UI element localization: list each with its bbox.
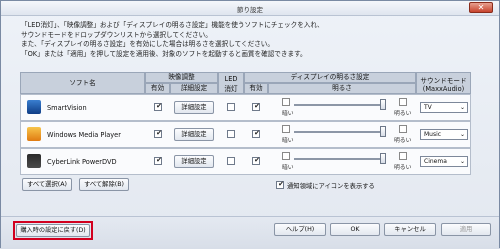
table-row: Windows Media Player ✔ 詳細設定 ✔ 暗い 明るい Mus… <box>20 121 471 148</box>
smartvision-icon <box>27 100 41 114</box>
display-enable-checkbox[interactable]: ✔ <box>252 129 260 138</box>
video-enable-checkbox[interactable]: ✔ <box>154 156 162 165</box>
cancel-button[interactable]: キャンセル <box>384 223 436 236</box>
check-icon: ✔ <box>156 102 162 110</box>
dark-label: 暗い <box>282 138 294 144</box>
led-off-checkbox[interactable] <box>227 103 235 111</box>
cyberlink-powerdvd-icon <box>27 154 41 168</box>
check-icon: ✔ <box>156 156 162 164</box>
windows-media-player-icon <box>27 127 41 141</box>
dark-icon <box>282 152 290 160</box>
app-name: CyberLink PowerDVD <box>47 158 117 166</box>
app-name: SmartVision <box>47 104 87 112</box>
bright-label: 明るい <box>394 111 412 117</box>
bright-label: 明るい <box>394 138 412 144</box>
description-line: また、「ディスプレイの明るさ設定」を有効にした場合は明るさを選択してください。 <box>21 40 274 49</box>
dark-label: 暗い <box>282 111 294 117</box>
led-off-checkbox[interactable] <box>227 157 235 165</box>
close-button[interactable]: ✕ <box>469 2 493 13</box>
detail-settings-button[interactable]: 詳細設定 <box>174 155 214 168</box>
dark-label: 暗い <box>282 165 294 171</box>
tray-icon-checkbox[interactable]: ✔ <box>276 180 284 189</box>
sound-mode-value: Cinema <box>424 158 447 165</box>
bright-icon <box>399 98 407 106</box>
header-sound-mode: サウンドモード (MaxxAudio) <box>416 72 471 94</box>
header-video-enable: 有効 <box>145 83 170 94</box>
sound-mode-value: TV <box>424 104 432 111</box>
check-icon: ✔ <box>278 180 284 188</box>
settings-window: 節り設定 ✕ 「LED消灯」、「映像調整」および「ディスプレイの明るさ設定」機能… <box>0 0 500 249</box>
video-enable-checkbox[interactable]: ✔ <box>154 102 162 111</box>
brightness-slider[interactable] <box>294 131 386 133</box>
deselect-all-button[interactable]: すべて解除(B) <box>79 178 129 191</box>
header-video-detail: 詳細設定 <box>170 83 218 94</box>
ok-button[interactable]: OK <box>330 223 380 236</box>
header-display-enable: 有効 <box>244 83 268 94</box>
highlight-box <box>13 221 93 240</box>
dark-icon <box>282 98 290 106</box>
sound-mode-value: Music <box>424 131 442 138</box>
bright-icon <box>399 152 407 160</box>
check-icon: ✔ <box>156 129 162 137</box>
description-line: 「LED消灯」、「映像調整」および「ディスプレイの明るさ設定」機能を使うソフトに… <box>21 21 324 29</box>
brightness-slider-thumb[interactable] <box>380 153 386 164</box>
title-bar: 節り設定 ✕ <box>1 1 499 16</box>
chevron-down-icon: ⌄ <box>459 131 465 138</box>
select-all-button[interactable]: すべて選択(A) <box>22 178 72 191</box>
header-display-brightness: ディスプレイの明るさ設定 <box>244 72 416 83</box>
table-row: SmartVision ✔ 詳細設定 ✔ 暗い 明るい TV ⌄ <box>20 94 471 121</box>
header-led-line1: LED <box>224 75 238 83</box>
sound-mode-select[interactable]: TV ⌄ <box>420 102 468 113</box>
chevron-down-icon: ⌄ <box>459 158 465 165</box>
header-sound-line1: サウンドモード <box>420 77 467 85</box>
detail-settings-button[interactable]: 詳細設定 <box>174 128 214 141</box>
led-off-checkbox[interactable] <box>227 130 235 138</box>
dark-icon <box>282 125 290 133</box>
brightness-slider[interactable] <box>294 104 386 106</box>
display-enable-checkbox[interactable]: ✔ <box>252 102 260 111</box>
bright-icon <box>399 125 407 133</box>
header-video-adjust: 映像調整 <box>145 72 218 83</box>
sound-mode-select[interactable]: Cinema ⌄ <box>420 156 468 167</box>
header-brightness: 明るさ <box>268 83 416 94</box>
window-title: 節り設定 <box>237 6 263 14</box>
table-row: CyberLink PowerDVD ✔ 詳細設定 ✔ 暗い 明るい Cinem… <box>20 148 471 175</box>
header-led-line2: 消灯 <box>224 85 238 93</box>
header-led: LED 消灯 <box>218 72 244 94</box>
detail-settings-button[interactable]: 詳細設定 <box>174 101 214 114</box>
app-name: Windows Media Player <box>47 131 121 139</box>
apply-button[interactable]: 適用 <box>441 223 491 236</box>
check-icon: ✔ <box>254 102 260 110</box>
header-soft-name: ソフト名 <box>20 72 145 94</box>
check-icon: ✔ <box>254 156 260 164</box>
help-button[interactable]: ヘルプ(H) <box>274 223 326 236</box>
video-enable-checkbox[interactable]: ✔ <box>154 129 162 138</box>
header-sound-line2: (MaxxAudio) <box>422 85 465 93</box>
sound-mode-select[interactable]: Music ⌄ <box>420 129 468 140</box>
brightness-slider-thumb[interactable] <box>380 99 386 110</box>
brightness-slider-thumb[interactable] <box>380 126 386 137</box>
description-line: 「OK」または「適用」を押して設定を適用後、対象のソフトを起動すると画質を確認で… <box>21 49 307 58</box>
bright-label: 明るい <box>394 165 412 171</box>
chevron-down-icon: ⌄ <box>459 104 465 111</box>
tray-icon-label: 通知領域にアイコンを表示する <box>287 183 375 190</box>
check-icon: ✔ <box>254 129 260 137</box>
brightness-slider[interactable] <box>294 158 386 160</box>
description-text: 「LED消灯」、「映像調整」および「ディスプレイの明るさ設定」機能を使うソフトに… <box>21 21 491 59</box>
description-line: サウンドモードをドロップダウンリストから選択してください。 <box>21 30 212 39</box>
display-enable-checkbox[interactable]: ✔ <box>252 156 260 165</box>
